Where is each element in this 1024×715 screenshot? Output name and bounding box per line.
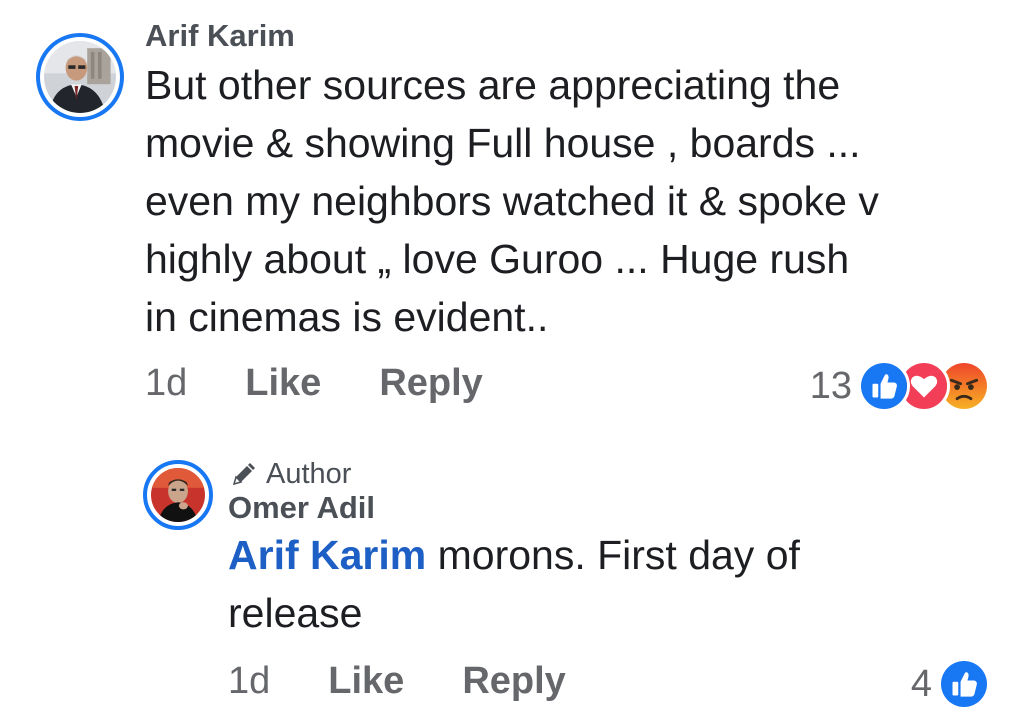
reply-actions: 1d Like Reply [228,660,566,703]
author-badge-label: Author [266,458,352,490]
timestamp[interactable]: 1d [228,660,270,703]
comment-text-line: But other sources are appreciating the [145,62,841,108]
reply-button[interactable]: Reply [462,660,565,703]
mention-link[interactable]: Arif Karim [228,532,426,578]
like-icon [938,658,990,710]
reply-text: Arif Karim morons. First day of release [228,526,988,642]
reply-text-line: Arif Karim morons. First day of [228,526,988,584]
profile-photo [44,41,116,113]
reply-text-line: release [228,590,363,636]
reaction-count: 4 [910,662,932,705]
reply-button[interactable]: Reply [379,362,482,405]
timestamp[interactable]: 1d [145,362,187,405]
author-badge: Author [228,458,351,491]
comment-text-line: highly about „ love Guroo ... Huge rush [145,236,850,282]
profile-photo [151,468,205,522]
reaction-summary[interactable]: 4 [911,658,990,710]
like-icon [858,360,910,412]
avatar[interactable] [143,460,213,530]
comment-text-line: in cinemas is evident.. [145,294,549,340]
reaction-count: 13 [809,364,852,407]
comment-text: But other sources are appreciating the m… [145,56,985,346]
reply-author-name[interactable]: Omer Adil [228,490,375,526]
avatar[interactable] [36,33,124,121]
like-button[interactable]: Like [245,362,321,405]
reply-text-fragment: morons. First day of [426,532,800,578]
comment-text-line: even my neighbors watched it & spoke v [145,178,879,224]
pencil-icon [228,460,258,490]
like-button[interactable]: Like [328,660,404,703]
comment-actions: 1d Like Reply [145,362,483,405]
reaction-summary[interactable]: 13 [810,360,990,412]
comment-author-name[interactable]: Arif Karim [145,18,295,54]
comment-text-line: movie & showing Full house , boards ... [145,120,861,166]
